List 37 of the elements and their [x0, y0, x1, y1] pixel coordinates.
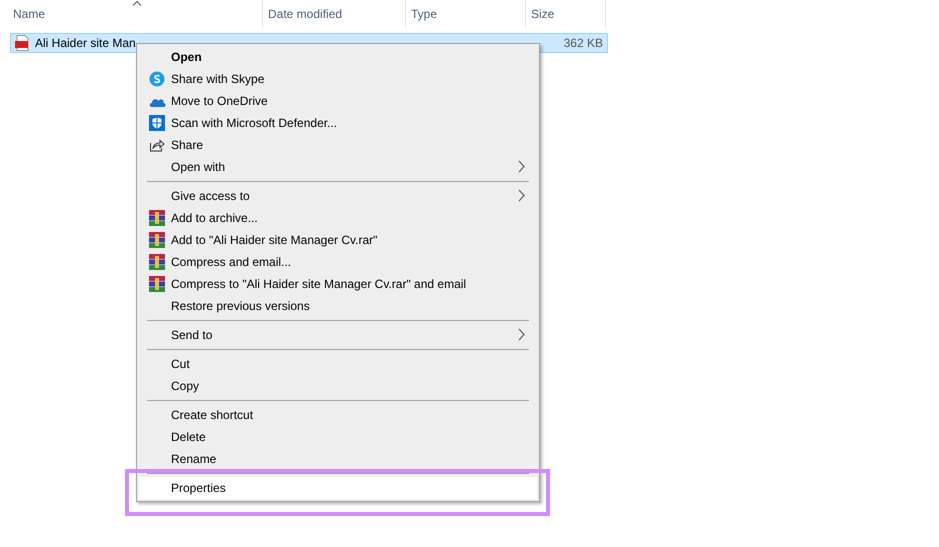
- chevron-right-icon: [518, 160, 525, 173]
- menu-item[interactable]: Add to "Ali Haider site Manager Cv.rar": [139, 229, 537, 251]
- chevron-right-icon: [518, 328, 525, 341]
- menu-item[interactable]: Add to archive...: [139, 207, 537, 229]
- menu-item[interactable]: Share: [139, 134, 537, 156]
- file-size: 362 KB: [564, 36, 603, 50]
- menu-item[interactable]: Scan with Microsoft Defender...: [139, 112, 537, 134]
- menu-item[interactable]: Cut: [139, 353, 537, 375]
- chevron-right-icon: [518, 189, 525, 202]
- menu-item[interactable]: Delete: [139, 426, 537, 448]
- skype-icon: [149, 71, 165, 87]
- archive-icon: [149, 210, 165, 226]
- menu-item[interactable]: Rename: [139, 448, 537, 470]
- menu-item[interactable]: Compress and email...: [139, 251, 537, 273]
- archive-icon: [149, 232, 165, 248]
- column-header[interactable]: Type: [406, 0, 526, 28]
- menu-item[interactable]: Move to OneDrive: [139, 90, 537, 112]
- menu-item[interactable]: Give access to: [139, 185, 537, 207]
- column-header[interactable]: Name: [8, 0, 263, 28]
- sort-caret-icon: [132, 0, 142, 6]
- column-header[interactable]: Date modified: [263, 0, 406, 28]
- menu-item[interactable]: Copy: [139, 375, 537, 397]
- menu-item[interactable]: Open: [139, 46, 537, 68]
- menu-item[interactable]: Share with Skype: [139, 68, 537, 90]
- menu-item[interactable]: Open with: [139, 156, 537, 178]
- menu-item[interactable]: Compress to "Ali Haider site Manager Cv.rar" and email: [139, 273, 537, 295]
- menu-item[interactable]: Create shortcut: [139, 404, 537, 426]
- pdf-file-icon: [14, 35, 30, 51]
- menu-item[interactable]: Restore previous versions: [139, 295, 537, 317]
- share-icon: [149, 138, 165, 152]
- file-name: Ali Haider site Man: [35, 36, 136, 50]
- archive-icon: [149, 276, 165, 292]
- column-header[interactable]: Size: [526, 0, 606, 28]
- menu-item[interactable]: Properties: [139, 477, 537, 499]
- menu-item[interactable]: Send to: [139, 324, 537, 346]
- archive-icon: [149, 254, 165, 270]
- shield-icon: [149, 115, 165, 131]
